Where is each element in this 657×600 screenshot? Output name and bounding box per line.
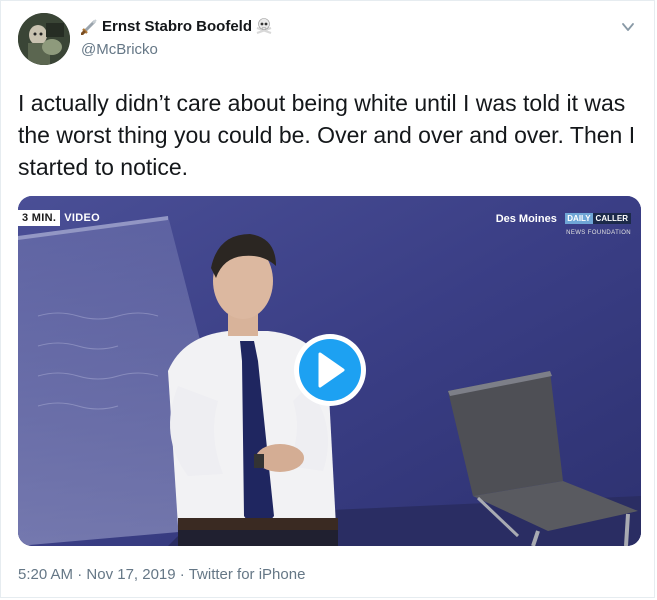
tweet-time: 5:20 AM (18, 566, 74, 583)
avatar[interactable] (18, 13, 70, 65)
brand-logo-b: CALLER (592, 213, 631, 225)
daily-caller-logo: DAILY CALLER (565, 213, 631, 225)
chevron-down-icon[interactable] (620, 19, 636, 35)
skull-crossbones-icon (255, 17, 273, 35)
brand-subtitle: NEWS FOUNDATION (566, 230, 631, 236)
badge-label: VIDEO (64, 212, 100, 224)
tweet-date: Nov 17, 2019 (86, 566, 176, 583)
badge-box-text: 3 MIN. (18, 210, 61, 226)
avatar-image (18, 13, 70, 65)
video-player[interactable]: 3 MIN. VIDEO Des Moines DAILY CALLER NEWS… (18, 196, 641, 546)
tweet-metadata: 5:20 AM · Nov 17, 2019 · Twitter for iPh… (18, 566, 305, 583)
tweet-text: I actually didn’t care about being white… (18, 90, 636, 180)
author-handle[interactable]: @McBricko (81, 41, 158, 58)
tweet-time-link[interactable]: 5:20 AM · Nov 17, 2019 (18, 566, 176, 583)
broadcaster-logo: Des Moines DAILY CALLER NEWS FOUNDATION (496, 210, 631, 236)
video-duration-badge: 3 MIN. VIDEO (18, 210, 100, 226)
play-button[interactable] (294, 334, 366, 406)
author-display-name[interactable]: Ernst Stabro Boofeld (102, 18, 252, 35)
tweet-source-link[interactable]: Twitter for iPhone (189, 566, 306, 583)
brand-city: Des Moines (495, 212, 557, 225)
dagger-icon (80, 17, 99, 36)
author-name-row[interactable]: Ernst Stabro Boofeld (80, 17, 273, 36)
meta-separator-2: · (179, 566, 185, 583)
play-icon (318, 352, 345, 388)
meta-separator-1: · (77, 566, 83, 583)
tweet-card: Ernst Stabro Boofeld @McBricko I actuall… (0, 0, 655, 598)
brand-logo-a: DAILY (565, 213, 593, 225)
